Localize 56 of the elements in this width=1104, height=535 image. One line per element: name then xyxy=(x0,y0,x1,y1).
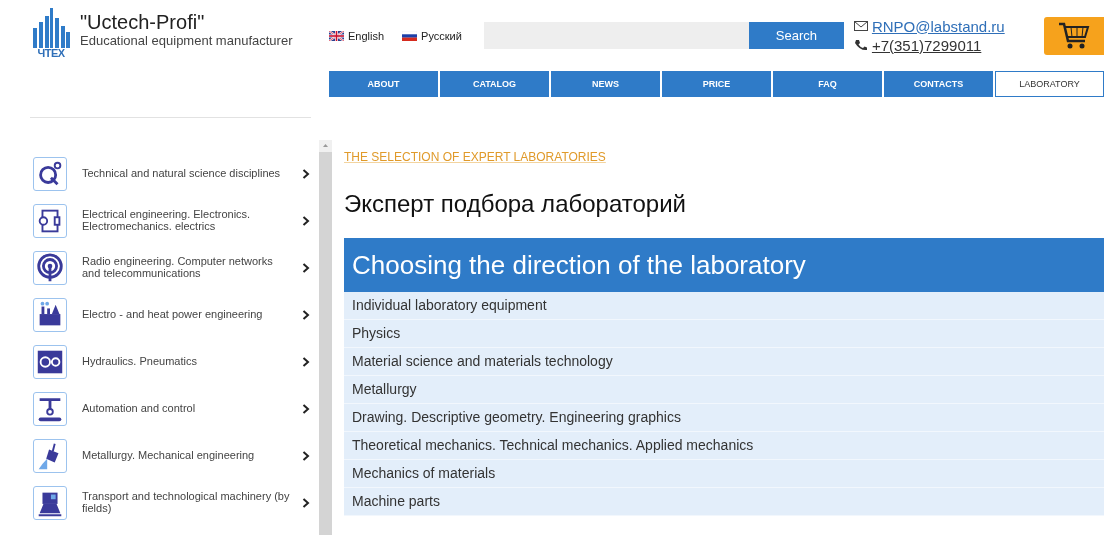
category-link[interactable]: Transport and technological machinery (by fields) xyxy=(82,490,292,515)
language-link[interactable]: Русский xyxy=(421,29,462,42)
shopping-cart-icon xyxy=(1057,20,1091,51)
site-title: "Uctech-Profi" xyxy=(80,11,206,33)
phone-link[interactable]: +7(351)7299011 xyxy=(871,36,982,54)
nav-tab[interactable]: CATALOG xyxy=(440,71,549,97)
nav-tab[interactable]: ABOUT xyxy=(329,71,438,97)
site-subtitle: Educational equipment manufacturer xyxy=(80,33,293,48)
category-link[interactable]: Electro - and heat power engineering xyxy=(82,308,292,321)
category-link[interactable]: Hydraulics. Pneumatics xyxy=(82,355,292,368)
direction-item[interactable]: Mechanics of materials xyxy=(344,460,1104,488)
circuit-icon xyxy=(33,203,67,238)
nav-tab[interactable]: NEWS xyxy=(551,71,660,97)
magnifier-icon xyxy=(33,156,67,191)
category-link[interactable]: Metallurgy. Mechanical engineering xyxy=(82,449,292,462)
category-link[interactable]: Electrical engineering. Electronics. Electromechanics. electrics xyxy=(82,208,292,233)
chevron-right-icon xyxy=(302,168,310,179)
ladle-icon xyxy=(33,438,67,473)
robot-arm-icon xyxy=(33,391,67,426)
direction-item[interactable]: Machine parts xyxy=(344,488,1104,516)
logo-text: ЧТЕХ xyxy=(37,48,65,59)
category-link[interactable]: Technical and natural science disciplines xyxy=(82,167,292,180)
russia-flag-icon xyxy=(402,30,418,41)
section-header: Choosing the direction of the laboratory xyxy=(344,238,1104,292)
search-button[interactable]: Search xyxy=(748,22,844,49)
category-link[interactable]: Automation and control xyxy=(82,402,292,415)
chevron-right-icon xyxy=(302,309,310,320)
direction-item[interactable]: Physics xyxy=(344,320,1104,348)
machine-icon xyxy=(33,485,67,520)
direction-item[interactable]: Theoretical mechanics. Technical mechanics. Applied mechanics xyxy=(344,432,1104,460)
language-link[interactable]: English xyxy=(348,29,385,42)
city-skyline-icon xyxy=(31,8,71,48)
chevron-right-icon xyxy=(302,215,310,226)
nav-tab[interactable]: CONTACTS xyxy=(884,71,993,97)
chevron-right-icon xyxy=(302,356,310,367)
antenna-icon xyxy=(33,250,67,285)
direction-item[interactable]: Individual laboratory equipment xyxy=(344,292,1104,320)
direction-item[interactable]: Metallurgy xyxy=(344,376,1104,404)
uk-flag-icon xyxy=(329,30,344,41)
nav-tab[interactable]: FAQ xyxy=(773,71,882,97)
chevron-right-icon xyxy=(302,450,310,461)
nav-tab[interactable]: PRICE xyxy=(662,71,771,97)
phone-icon xyxy=(853,39,868,51)
factory-icon xyxy=(33,297,67,332)
cart-button[interactable] xyxy=(1044,16,1104,55)
chevron-right-icon xyxy=(302,262,310,273)
chevron-right-icon xyxy=(302,403,310,414)
page-heading: Эксперт подбора лабораторий xyxy=(344,190,687,218)
envelope-icon xyxy=(853,21,868,31)
chevron-right-icon xyxy=(302,497,310,508)
search-field[interactable] xyxy=(483,22,749,49)
email-link[interactable]: RNPO@labstand.ru xyxy=(871,17,1005,35)
direction-item[interactable]: Drawing. Descriptive geometry. Engineering graphics xyxy=(344,404,1104,432)
category-link[interactable]: Radio engineering. Computer networks and telecommunications xyxy=(82,255,292,280)
direction-item[interactable]: Material science and materials technology xyxy=(344,348,1104,376)
nav-tab[interactable]: LABORATORY xyxy=(995,71,1104,97)
